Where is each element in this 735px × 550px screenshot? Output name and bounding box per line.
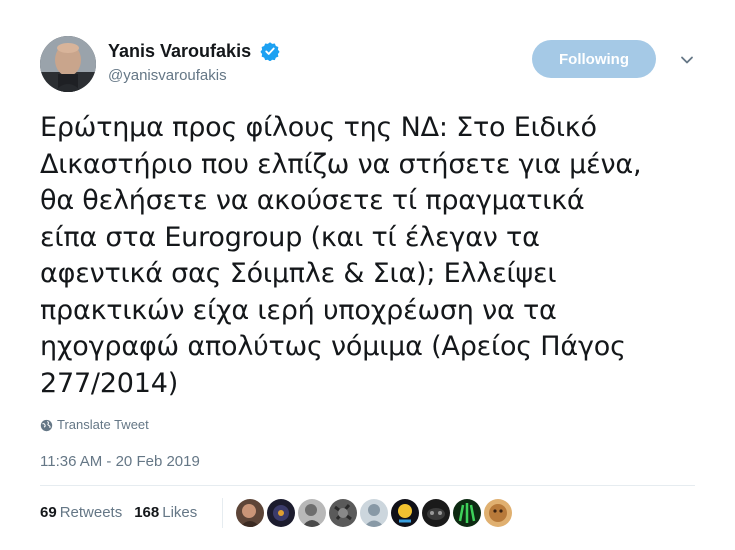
verified-badge-icon <box>259 41 280 62</box>
tweet-text-line: 277/2014) <box>40 367 179 399</box>
chevron-down-icon[interactable] <box>680 53 694 67</box>
tweet-stats: 69 Retweets 168 Likes <box>40 503 197 523</box>
name-block: Yanis Varoufakis @yanisvaroufakis <box>108 40 280 86</box>
tweet-text-line: είπα στα Eurogroup (και τί έλεγαν τα <box>40 221 540 253</box>
liker-avatar[interactable] <box>298 499 326 527</box>
likes-count: 168 <box>134 504 160 521</box>
liker-avatar[interactable] <box>236 499 264 527</box>
tweet-text-line: Ερώτημα προς φίλους της ΝΔ: Στο Ειδικό <box>40 112 597 143</box>
user-handle[interactable]: @yanisvaroufakis <box>108 66 280 86</box>
tweet-text: Ερώτημα προς φίλους της ΝΔ: Στο Ειδικό Δ… <box>40 110 700 402</box>
retweets-stat[interactable]: 69 Retweets <box>40 503 122 523</box>
tweet-text-line: πρακτικών είχα ιερή υποχρέωση να τα <box>40 294 557 326</box>
avatar[interactable] <box>40 36 96 92</box>
liker-avatar[interactable] <box>267 499 295 527</box>
likes-stat[interactable]: 168 Likes <box>134 503 197 523</box>
translate-tweet-link[interactable]: Translate Tweet <box>40 416 149 434</box>
globe-icon <box>40 419 53 432</box>
liker-avatar[interactable] <box>391 499 419 527</box>
divider <box>40 485 695 486</box>
retweets-label: Retweets <box>59 504 123 521</box>
tweet-text-line: θα θελήσετε να ακούσετε τί πραγματικά <box>40 185 585 216</box>
tweet-text-line: ηχογραφώ απολύτως νόμιμα (Αρείος Πάγος <box>40 331 626 362</box>
tweet-header: Yanis Varoufakis @yanisvaroufakis Follow… <box>40 36 700 92</box>
liker-avatar[interactable] <box>453 499 481 527</box>
tweet-text-line: Δικαστήριο που ελπίζω να στήσετε για μέν… <box>40 148 642 180</box>
liker-avatar[interactable] <box>329 499 357 527</box>
tweet-card: Yanis Varoufakis @yanisvaroufakis Follow… <box>0 0 735 550</box>
likes-label: Likes <box>162 504 198 521</box>
liker-avatar[interactable] <box>484 499 512 527</box>
tweet-text-line: αφεντικά σας Σόιμπλε & Σια); Ελλείψει <box>40 258 557 289</box>
following-button[interactable]: Following <box>532 40 656 78</box>
liker-avatars <box>236 499 512 527</box>
liker-avatar[interactable] <box>422 499 450 527</box>
tweet-timestamp[interactable]: 11:36 AM - 20 Feb 2019 <box>40 452 200 472</box>
retweets-count: 69 <box>40 504 57 521</box>
stats-divider <box>222 498 223 528</box>
translate-label: Translate Tweet <box>57 417 149 432</box>
display-name[interactable]: Yanis Varoufakis <box>108 40 251 62</box>
liker-avatar[interactable] <box>360 499 388 527</box>
